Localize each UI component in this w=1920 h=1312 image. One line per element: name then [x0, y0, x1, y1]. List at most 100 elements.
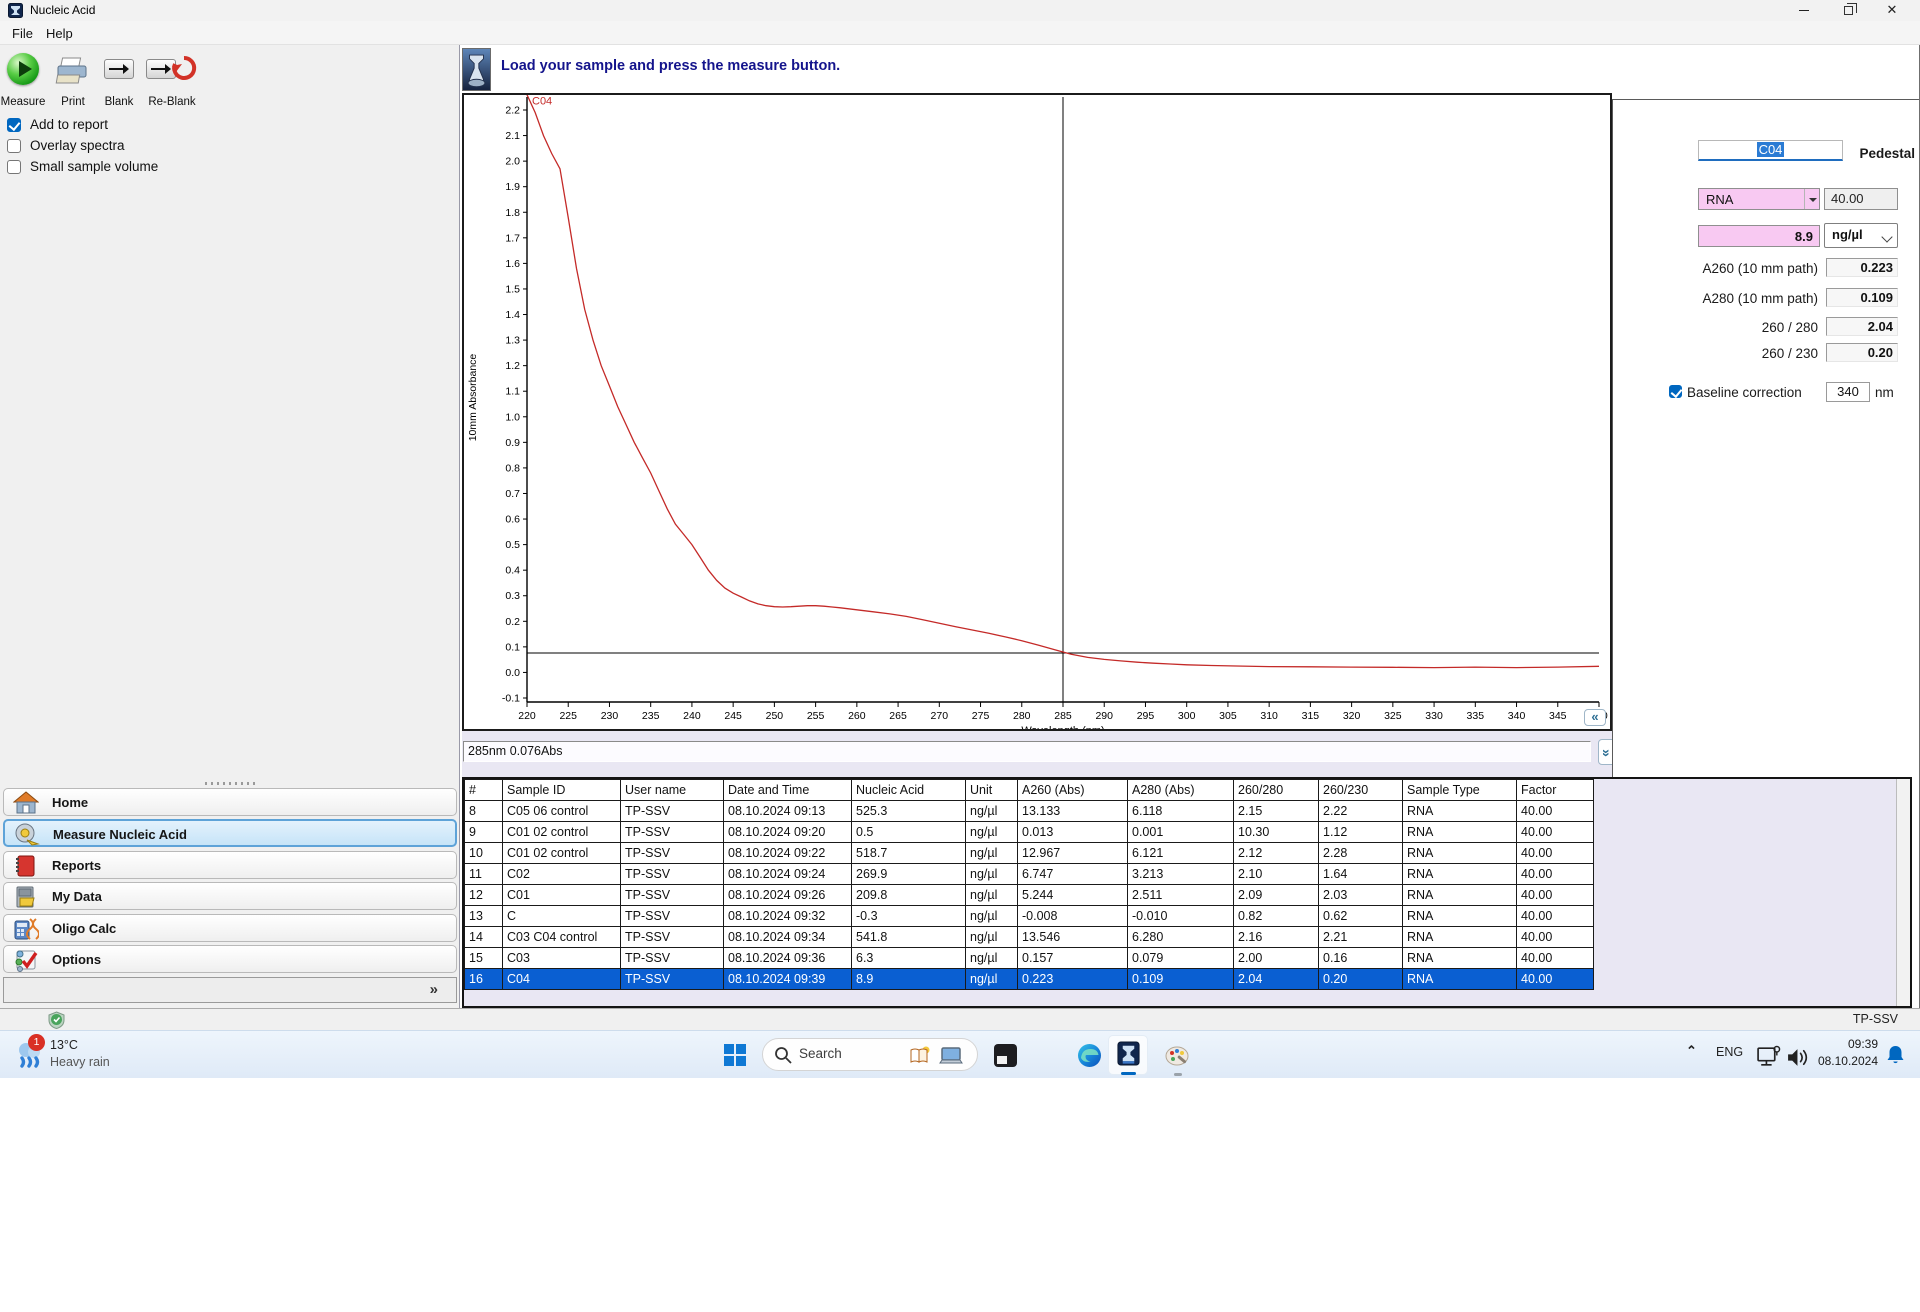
column-header[interactable]: Factor [1516, 779, 1594, 801]
column-header[interactable]: Nucleic Acid [851, 779, 966, 801]
results-table[interactable]: # Sample ID User name Date and Time Nucleic … [464, 779, 1594, 990]
table-cell: 08.10.2024 09:22 [723, 842, 852, 864]
menu-file[interactable]: File [6, 24, 39, 43]
table-cell: 8 [464, 800, 503, 822]
print-button[interactable]: Print [52, 50, 94, 108]
device-app-icon[interactable] [993, 1043, 1018, 1068]
column-header[interactable]: 260/280 [1233, 779, 1319, 801]
column-header[interactable]: # [464, 779, 503, 801]
type-dropdown[interactable]: RNA [1698, 188, 1820, 210]
table-cell: RNA [1402, 968, 1517, 990]
conc-field[interactable]: 8.9 [1698, 225, 1820, 247]
language-indicator[interactable]: ENG [1716, 1045, 1743, 1059]
column-header[interactable]: 260/230 [1318, 779, 1403, 801]
table-row[interactable]: 15 C03 TP-SSV 08.10.2024 09:36 6.3 ng/µl 0.157… [464, 947, 1594, 969]
overlay-spectra-checkbox[interactable] [7, 139, 21, 153]
table-cell: 2.04 [1233, 968, 1319, 990]
clock[interactable]: 09:39 08.10.2024 [1818, 1036, 1878, 1070]
table-row[interactable]: 9 C01 02 control TP-SSV 08.10.2024 09:20 0.5… [464, 821, 1594, 843]
baseline-correction-checkbox[interactable] [1669, 385, 1682, 398]
small-sample-volume-checkbox[interactable] [7, 160, 21, 174]
baseline-wavelength-input[interactable]: 340 [1826, 382, 1870, 402]
menu-help[interactable]: Help [40, 24, 79, 43]
svg-text:240: 240 [683, 710, 701, 722]
table-cell: 40.00 [1516, 905, 1594, 927]
sidebar-item-oligo-calc[interactable]: Oligo Calc [3, 914, 457, 942]
search-placeholder: Search [799, 1046, 842, 1061]
sample-id-input[interactable]: C04 [1698, 140, 1843, 161]
instrument-icon [462, 48, 491, 91]
svg-text:270: 270 [931, 710, 949, 722]
factor-field[interactable]: 40.00 [1824, 188, 1898, 210]
sidebar-item-reports[interactable]: Reports [3, 851, 457, 879]
sidebar-item-options[interactable]: Options [3, 945, 457, 973]
overlay-spectra-option[interactable]: Overlay spectra [7, 136, 307, 157]
column-header[interactable]: Sample ID [502, 779, 621, 801]
add-to-report-option[interactable]: Add to report [7, 115, 307, 136]
sidebar-item-measure-nucleic-acid[interactable]: Measure Nucleic Acid [3, 819, 457, 847]
weather-badge: 1 [28, 1034, 45, 1051]
collapse-chart-button[interactable]: « [1584, 709, 1606, 726]
baseline-unit-label: nm [1875, 385, 1894, 400]
table-cell: C01 02 control [502, 821, 621, 843]
column-header[interactable]: Date and Time [723, 779, 852, 801]
minimize-button[interactable] [1782, 0, 1826, 21]
spectrum-plot[interactable]: -0.1 0.0 0.1 0.2 0.3 0.4 0.5 0.6 0.7 0.8 0.9 1.0 1.1… [464, 94, 1610, 737]
network-cast-icon[interactable] [1756, 1044, 1781, 1069]
table-cell: 6.280 [1127, 926, 1234, 948]
small-sample-volume-option[interactable]: Small sample volume [7, 157, 307, 178]
blank-button[interactable]: Blank [98, 50, 140, 108]
svg-text:1.8: 1.8 [505, 207, 520, 219]
table-row[interactable]: 16 C04 TP-SSV 08.10.2024 09:39 8.9 ng/µl 0.223… [464, 968, 1594, 990]
table-cell: 40.00 [1516, 947, 1594, 969]
table-cell: 525.3 [851, 800, 966, 822]
reblank-button[interactable]: Re-Blank [144, 50, 200, 108]
table-cell: TP-SSV [620, 842, 724, 864]
restore-button[interactable] [1826, 0, 1870, 21]
start-button[interactable] [724, 1044, 746, 1066]
add-to-report-checkbox[interactable] [7, 118, 21, 132]
column-header[interactable]: A260 (Abs) [1017, 779, 1128, 801]
sidebar-item-home[interactable]: Home [3, 788, 457, 816]
weather-widget[interactable]: 1 13°C Heavy rain [12, 1034, 182, 1075]
splitter-grip[interactable] [205, 782, 257, 785]
nucleic-acid-app-icon[interactable] [1116, 1041, 1141, 1066]
sidebar-item-my-data[interactable]: My Data [3, 882, 457, 910]
table-scrollbar[interactable] [1896, 779, 1910, 1006]
close-button[interactable]: ✕ [1870, 0, 1914, 21]
column-header[interactable]: User name [620, 779, 724, 801]
column-header[interactable]: Sample Type [1402, 779, 1517, 801]
table-row[interactable]: 8 C05 06 control TP-SSV 08.10.2024 09:13 525… [464, 800, 1594, 822]
table-cell: RNA [1402, 947, 1517, 969]
table-cell: -0.3 [851, 905, 966, 927]
volume-icon[interactable] [1786, 1045, 1811, 1070]
column-header[interactable]: A280 (Abs) [1127, 779, 1234, 801]
measure-button[interactable]: Measure [0, 50, 46, 108]
notification-bell-icon[interactable] [1887, 1045, 1904, 1064]
table-row[interactable]: 10 C01 02 control TP-SSV 08.10.2024 09:22 51… [464, 842, 1594, 864]
sidebar-collapse-bar[interactable]: » [3, 977, 457, 1003]
table-cell: 6.747 [1017, 863, 1128, 885]
taskbar: 1 13°C Heavy rain Search ⌃ ENG 09:39 08.… [0, 1030, 1920, 1078]
ratio-260-230-label: 260 / 230 [1761, 346, 1818, 361]
table-cell: TP-SSV [620, 905, 724, 927]
conc-unit-dropdown[interactable]: ng/µl [1824, 223, 1898, 248]
table-row[interactable]: 14 C03 C04 control TP-SSV 08.10.2024 09:34 5… [464, 926, 1594, 948]
table-cell: C [502, 905, 621, 927]
svg-text:Wavelength (nm): Wavelength (nm) [1021, 725, 1104, 729]
svg-text:315: 315 [1302, 710, 1320, 722]
table-row[interactable]: 13 C TP-SSV 08.10.2024 09:32 -0.3 ng/µl -0.008… [464, 905, 1594, 927]
paint-app-icon[interactable] [1165, 1043, 1190, 1068]
tray-expand-icon[interactable]: ⌃ [1686, 1043, 1697, 1059]
column-header[interactable]: Unit [965, 779, 1018, 801]
table-cell: 6.118 [1127, 800, 1234, 822]
readout-strip: 285nm 0.076Abs » [462, 731, 1620, 777]
table-row[interactable]: 12 C01 TP-SSV 08.10.2024 09:26 209.8 ng/µl 5.2… [464, 884, 1594, 906]
search-box[interactable]: Search [762, 1038, 978, 1071]
table-row[interactable]: 11 C02 TP-SSV 08.10.2024 09:24 269.9 ng/µl 6.7… [464, 863, 1594, 885]
table-cell: 1.12 [1318, 821, 1403, 843]
edge-browser-icon[interactable] [1077, 1043, 1102, 1068]
pedestal-label: Pedestal [1859, 146, 1915, 161]
svg-text:1.0: 1.0 [505, 411, 520, 423]
tray-time: 09:39 [1847, 1037, 1878, 1051]
